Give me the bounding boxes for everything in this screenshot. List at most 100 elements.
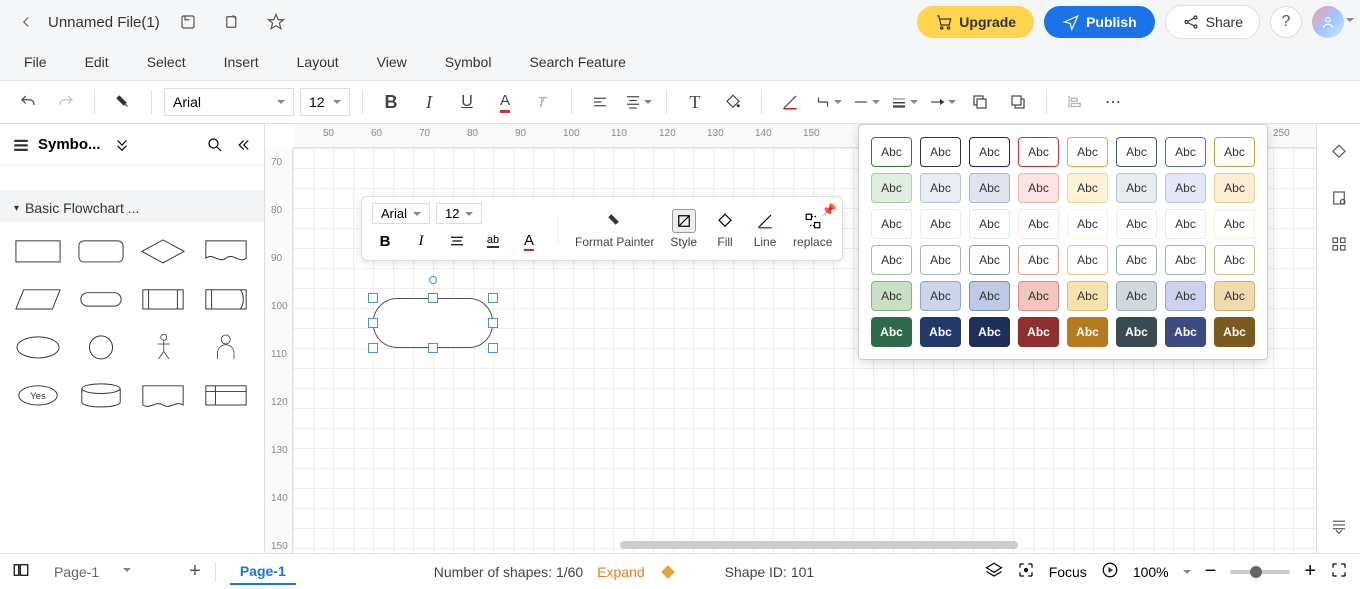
shape-rectangle[interactable] bbox=[12, 232, 65, 270]
export-icon[interactable] bbox=[216, 6, 248, 38]
filename[interactable]: Unnamed File(1) bbox=[48, 14, 160, 31]
style-swatch[interactable]: Abc bbox=[1214, 317, 1255, 347]
style-swatch[interactable]: Abc bbox=[1165, 209, 1206, 239]
style-swatch[interactable]: Abc bbox=[1116, 173, 1157, 203]
shape-ellipse[interactable] bbox=[12, 328, 65, 366]
clear-format-button[interactable] bbox=[527, 86, 559, 118]
style-swatch[interactable]: Abc bbox=[1214, 173, 1255, 203]
page-setup-icon[interactable] bbox=[1325, 184, 1353, 212]
style-swatch[interactable]: Abc bbox=[1165, 137, 1206, 167]
float-format-painter[interactable]: Format Painter bbox=[575, 209, 654, 249]
favorite-icon[interactable] bbox=[260, 6, 292, 38]
shape-document[interactable] bbox=[200, 232, 253, 270]
text-tool-button[interactable]: T bbox=[679, 86, 711, 118]
float-text-color[interactable]: A bbox=[516, 228, 542, 254]
pin-icon[interactable]: 📌 bbox=[821, 203, 836, 217]
help-button[interactable]: ? bbox=[1270, 6, 1302, 38]
style-swatch[interactable]: Abc bbox=[920, 173, 961, 203]
menu-symbol[interactable]: Symbol bbox=[445, 54, 492, 70]
fullscreen-icon[interactable] bbox=[1330, 561, 1348, 582]
shape-yes-pill[interactable]: Yes bbox=[12, 376, 65, 414]
float-line[interactable]: Line bbox=[753, 209, 777, 249]
style-swatch[interactable]: Abc bbox=[969, 281, 1010, 311]
style-swatch[interactable]: Abc bbox=[1214, 137, 1255, 167]
menu-search[interactable]: Search Feature bbox=[529, 54, 626, 70]
resize-handle-br[interactable] bbox=[488, 343, 498, 353]
resize-handle-ml[interactable] bbox=[368, 318, 378, 328]
horizontal-scrollbar[interactable] bbox=[321, 541, 1316, 553]
style-swatch[interactable]: Abc bbox=[1018, 173, 1059, 203]
align-shapes-button[interactable] bbox=[1059, 86, 1091, 118]
zoom-caret-icon[interactable] bbox=[1183, 570, 1191, 578]
outline-view-icon[interactable] bbox=[12, 561, 30, 582]
float-highlight[interactable]: ab bbox=[480, 228, 506, 254]
shape-diamond[interactable] bbox=[137, 232, 190, 270]
focus-label[interactable]: Focus bbox=[1049, 564, 1087, 580]
selected-shape[interactable] bbox=[373, 298, 493, 348]
style-swatch[interactable]: Abc bbox=[969, 209, 1010, 239]
style-swatch[interactable]: Abc bbox=[1116, 281, 1157, 311]
zoom-value[interactable]: 100% bbox=[1133, 564, 1169, 580]
menu-layout[interactable]: Layout bbox=[297, 54, 339, 70]
style-swatch[interactable]: Abc bbox=[871, 245, 912, 275]
style-swatch[interactable]: Abc bbox=[920, 245, 961, 275]
line-weight-button[interactable] bbox=[888, 86, 920, 118]
style-swatch[interactable]: Abc bbox=[1018, 281, 1059, 311]
shape-internal[interactable] bbox=[200, 376, 253, 414]
style-swatch[interactable]: Abc bbox=[1067, 281, 1108, 311]
zoom-in-button[interactable]: + bbox=[1304, 560, 1316, 583]
menu-insert[interactable]: Insert bbox=[224, 54, 259, 70]
add-page-button[interactable]: + bbox=[189, 560, 201, 583]
shape-actor[interactable] bbox=[137, 328, 190, 366]
shape-database[interactable] bbox=[75, 376, 128, 414]
expand-link[interactable]: Expand bbox=[597, 564, 644, 580]
style-swatch[interactable]: Abc bbox=[871, 173, 912, 203]
style-swatch[interactable]: Abc bbox=[1214, 209, 1255, 239]
style-swatch[interactable]: Abc bbox=[1116, 245, 1157, 275]
style-swatch[interactable]: Abc bbox=[1165, 173, 1206, 203]
shape-rounded-rect[interactable] bbox=[75, 232, 128, 270]
shape-parallelogram[interactable] bbox=[12, 280, 65, 318]
style-swatch[interactable]: Abc bbox=[920, 137, 961, 167]
shape-body[interactable] bbox=[373, 298, 493, 348]
menu-view[interactable]: View bbox=[377, 54, 407, 70]
style-swatch[interactable]: Abc bbox=[1116, 209, 1157, 239]
shape-stored-data[interactable] bbox=[200, 280, 253, 318]
float-style[interactable]: Style bbox=[670, 209, 697, 249]
float-font-select[interactable]: Arial bbox=[372, 203, 430, 224]
behind-button[interactable] bbox=[964, 86, 996, 118]
upgrade-button[interactable]: Upgrade bbox=[917, 6, 1034, 38]
menu-edit[interactable]: Edit bbox=[85, 54, 109, 70]
style-swatch[interactable]: Abc bbox=[1067, 317, 1108, 347]
style-swatch[interactable]: Abc bbox=[920, 317, 961, 347]
more-button[interactable]: ⋯ bbox=[1097, 86, 1129, 118]
style-swatch[interactable]: Abc bbox=[1067, 137, 1108, 167]
style-swatch[interactable]: Abc bbox=[1018, 245, 1059, 275]
front-button[interactable] bbox=[1002, 86, 1034, 118]
float-fill[interactable]: Fill bbox=[713, 209, 737, 249]
redo-button[interactable] bbox=[50, 86, 82, 118]
align-button[interactable] bbox=[584, 86, 616, 118]
style-swatch[interactable]: Abc bbox=[871, 137, 912, 167]
layers-icon[interactable] bbox=[985, 561, 1003, 582]
font-select[interactable]: Arial bbox=[164, 88, 294, 116]
float-align[interactable] bbox=[444, 228, 470, 254]
menu-select[interactable]: Select bbox=[147, 54, 186, 70]
line-style-button[interactable] bbox=[850, 86, 882, 118]
style-swatch[interactable]: Abc bbox=[969, 137, 1010, 167]
undo-button[interactable] bbox=[12, 86, 44, 118]
line-color-button[interactable] bbox=[774, 86, 806, 118]
rotate-handle[interactable] bbox=[429, 276, 437, 284]
search-icon[interactable] bbox=[206, 136, 224, 154]
resize-handle-tl[interactable] bbox=[368, 293, 378, 303]
float-bold[interactable]: B bbox=[372, 228, 398, 254]
shape-section[interactable]: ▾ Basic Flowchart ... bbox=[0, 190, 264, 222]
resize-handle-bl[interactable] bbox=[368, 343, 378, 353]
style-swatch[interactable]: Abc bbox=[920, 209, 961, 239]
style-swatch[interactable]: Abc bbox=[920, 281, 961, 311]
share-button[interactable]: Share bbox=[1165, 5, 1260, 39]
focus-target-icon[interactable] bbox=[1017, 561, 1035, 582]
shape-display[interactable] bbox=[137, 376, 190, 414]
style-swatch[interactable]: Abc bbox=[1018, 317, 1059, 347]
resize-handle-tr[interactable] bbox=[488, 293, 498, 303]
